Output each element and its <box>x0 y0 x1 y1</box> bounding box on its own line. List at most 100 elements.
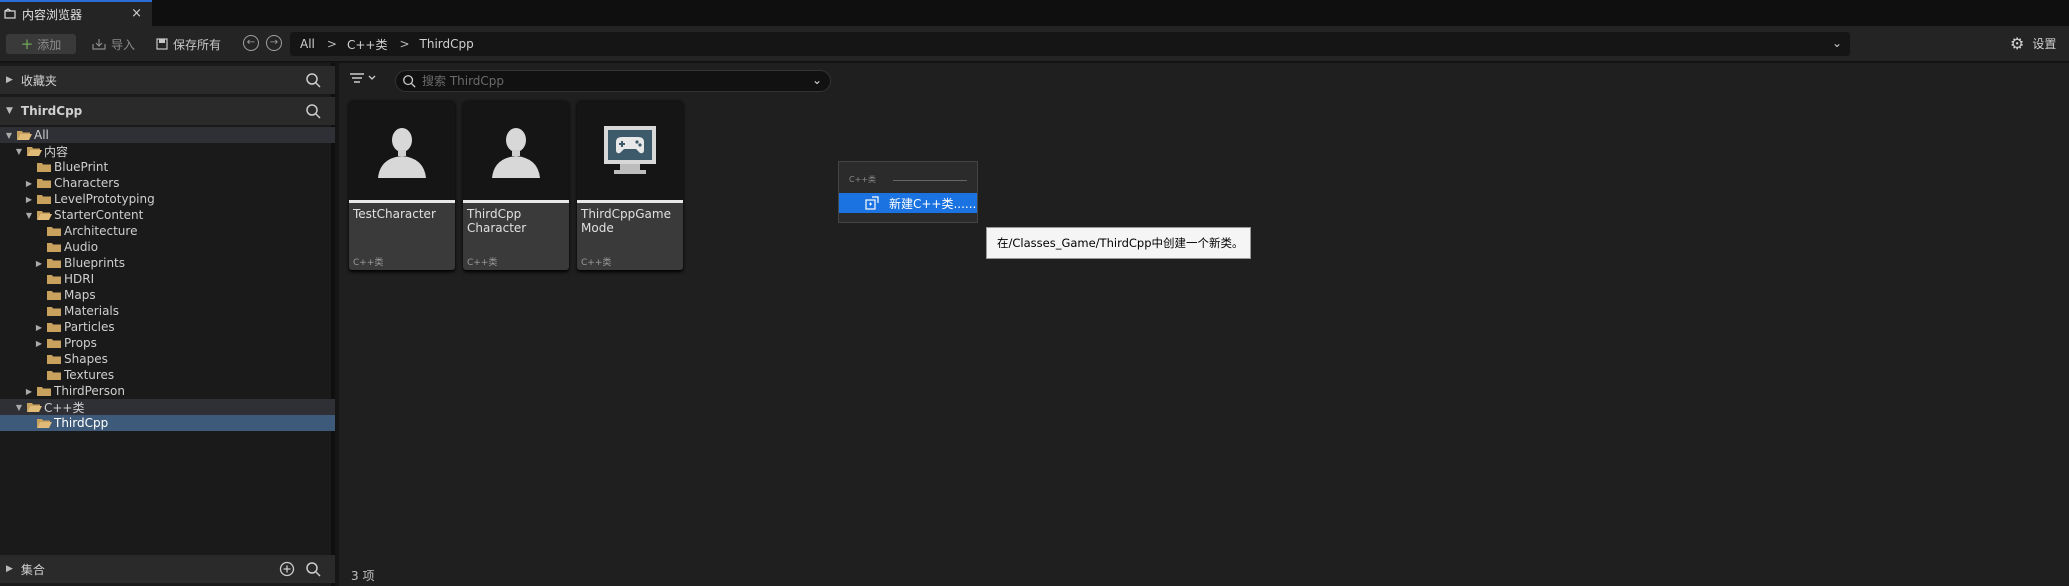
tree-item[interactable]: Maps <box>0 287 335 303</box>
folder-tree: ▼ All ▼ 内容 BluePrint ▶ Characters ▶ LevelPrototy… <box>0 127 335 431</box>
tree-item-label: Maps <box>64 288 96 302</box>
breadcrumb-separator-icon[interactable]: > <box>399 37 409 51</box>
filter-icon <box>350 73 376 83</box>
add-button[interactable]: + 添加 <box>6 34 76 54</box>
project-header[interactable]: ▼ ThirdCpp <box>0 97 335 125</box>
tree-item[interactable]: ▶ Blueprints <box>0 255 335 271</box>
search-icon[interactable] <box>305 561 321 577</box>
import-icon <box>92 39 106 50</box>
chevron-down-icon[interactable]: ▼ <box>4 131 14 140</box>
folder-icon <box>47 243 61 252</box>
tree-item[interactable]: Materials <box>0 303 335 319</box>
tree-item[interactable]: ▼ 内容 <box>0 143 335 159</box>
folder-open-icon <box>27 403 42 412</box>
tree-item-label: BluePrint <box>54 160 109 174</box>
tab-title: 内容浏览器 <box>22 7 83 22</box>
asset-kind: C++类 <box>353 258 384 268</box>
tooltip: 在/Classes_Game/ThirdCpp中创建一个新类。 <box>986 227 1251 259</box>
content-browser-icon <box>4 8 16 19</box>
tab-content-browser[interactable]: 内容浏览器 × <box>0 0 152 26</box>
save-icon <box>156 38 168 50</box>
new-cpp-class-menu-item[interactable]: 新建C++类...... <box>839 193 977 213</box>
chevron-down-icon[interactable]: ▼ <box>24 211 34 220</box>
tree-item[interactable]: ▶ Props <box>0 335 335 351</box>
chevron-down-icon[interactable]: ▼ <box>14 147 24 156</box>
asset-tile[interactable]: ThirdCppGame Mode C++类 <box>577 100 683 270</box>
add-collection-icon[interactable] <box>279 561 295 577</box>
tab-bar: 内容浏览器 × <box>0 0 2069 26</box>
favorites-header[interactable]: ▶ 收藏夹 <box>0 66 335 94</box>
chevron-right-icon[interactable]: ▶ <box>24 195 34 204</box>
asset-kind: C++类 <box>581 258 612 268</box>
gamemode-icon <box>604 126 656 174</box>
tree-item-label: Characters <box>54 176 120 190</box>
search-icon[interactable] <box>305 103 321 119</box>
asset-thumbnail <box>577 100 683 200</box>
tree-item[interactable]: Audio <box>0 239 335 255</box>
breadcrumb-all[interactable]: All <box>300 37 315 51</box>
chevron-right-icon[interactable]: ▶ <box>34 323 44 332</box>
tree-item-label: HDRI <box>64 272 95 286</box>
tree-item[interactable]: ▶ Characters <box>0 175 335 191</box>
tree-item[interactable]: ▼ StarterContent <box>0 207 335 223</box>
chevron-down-icon: ▼ <box>6 106 13 116</box>
folder-icon <box>47 371 61 380</box>
filter-button[interactable] <box>349 71 379 89</box>
chevron-down-icon[interactable]: ⌄ <box>812 73 822 87</box>
character-icon <box>378 128 426 178</box>
new-class-icon <box>865 196 879 210</box>
folder-icon <box>37 387 51 396</box>
tree-item-label: 内容 <box>44 144 69 159</box>
asset-tile[interactable]: ThirdCpp Character C++类 <box>463 100 569 270</box>
tree-item-label: Textures <box>64 368 115 382</box>
chevron-down-icon[interactable]: ▼ <box>14 403 24 412</box>
chevron-right-icon: ▶ <box>6 564 13 574</box>
asset-thumbnail <box>463 100 569 200</box>
asset-kind: C++类 <box>467 258 498 268</box>
collections-label: 集合 <box>20 562 45 577</box>
folder-icon <box>47 275 61 284</box>
tree-item[interactable]: Shapes <box>0 351 335 367</box>
tree-item[interactable]: HDRI <box>0 271 335 287</box>
chevron-right-icon[interactable]: ▶ <box>24 387 34 396</box>
asset-type-bar <box>349 200 455 203</box>
tree-item[interactable]: ▼ All <box>0 127 335 143</box>
folder-icon <box>47 259 61 268</box>
add-label: 添加 <box>37 37 62 52</box>
tree-item[interactable]: BluePrint <box>0 159 335 175</box>
project-label: ThirdCpp <box>20 104 83 118</box>
tree-item[interactable]: ThirdCpp <box>0 415 335 431</box>
search-icon <box>403 75 416 88</box>
save-all-label: 保存所有 <box>173 37 222 52</box>
search-input[interactable] <box>422 74 782 88</box>
close-icon[interactable]: × <box>131 6 142 21</box>
collections-header[interactable]: ▶ 集合 <box>0 555 335 583</box>
breadcrumb-cpp-classes[interactable]: C++类 <box>347 36 388 53</box>
tree-item[interactable]: ▶ Particles <box>0 319 335 335</box>
chevron-right-icon[interactable]: ▶ <box>34 339 44 348</box>
import-button[interactable]: 导入 <box>92 34 135 54</box>
tree-item[interactable]: ▼ C++类 <box>0 399 335 415</box>
folder-icon <box>47 339 61 348</box>
search-icon[interactable] <box>305 72 321 88</box>
save-all-button[interactable]: 保存所有 <box>156 34 221 54</box>
asset-tile[interactable]: TestCharacter C++类 <box>349 100 455 270</box>
breadcrumb-separator-icon[interactable]: > <box>327 37 337 51</box>
chevron-right-icon[interactable]: ▶ <box>24 179 34 188</box>
tree-item[interactable]: Textures <box>0 367 335 383</box>
forward-icon[interactable]: → <box>266 35 282 51</box>
chevron-down-icon[interactable]: ⌄ <box>1832 36 1842 50</box>
back-icon[interactable]: ← <box>243 35 259 51</box>
breadcrumb-thirdcpp[interactable]: ThirdCpp <box>420 37 474 51</box>
asset-thumbnail <box>349 100 455 200</box>
tree-item-label: Architecture <box>64 224 138 238</box>
folder-icon <box>47 291 61 300</box>
tree-item[interactable]: ▶ LevelPrototyping <box>0 191 335 207</box>
asset-name: ThirdCppGame Mode <box>581 207 671 235</box>
character-icon <box>492 128 540 178</box>
tree-item[interactable]: ▶ ThirdPerson <box>0 383 335 399</box>
chevron-right-icon[interactable]: ▶ <box>34 259 44 268</box>
folder-open-icon <box>37 419 52 428</box>
settings-button[interactable]: ⚙ 设置 <box>2010 34 2056 53</box>
tree-item[interactable]: Architecture <box>0 223 335 239</box>
